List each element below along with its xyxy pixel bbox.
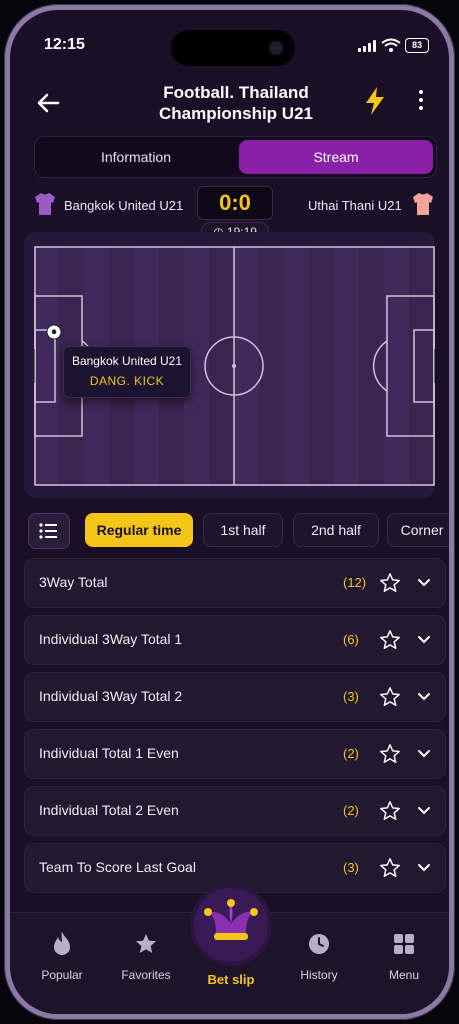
jester-hat-icon <box>204 899 258 940</box>
market-count: (2) <box>343 746 359 761</box>
chevron-down-icon[interactable] <box>417 804 431 818</box>
clock-icon <box>309 934 329 954</box>
market-row[interactable]: Individual 3Way Total 2 (3) <box>24 672 446 722</box>
nav-popular[interactable]: Popular <box>27 931 97 982</box>
nav-label: History <box>300 968 338 982</box>
event-popup: Bangkok United U21 DANG. KICK <box>63 346 191 398</box>
market-name: Individual 3Way Total 1 <box>39 631 183 647</box>
market-name: Individual Total 1 Even <box>39 745 179 761</box>
signal-icon <box>358 40 376 52</box>
screen: 12:15 83 Football. Thailand Championship… <box>10 10 449 1014</box>
score: 0:0 <box>197 186 273 220</box>
market-count: (3) <box>343 860 359 875</box>
event-label: DANG. KICK <box>89 374 165 388</box>
nav-menu[interactable]: Menu <box>369 931 439 982</box>
nav-label: Menu <box>388 968 420 982</box>
star-icon[interactable] <box>379 572 401 594</box>
market-count: (2) <box>343 803 359 818</box>
market-count: (3) <box>343 689 359 704</box>
chevron-down-icon[interactable] <box>417 633 431 647</box>
camera-icon <box>269 41 283 55</box>
list-icon <box>39 523 57 539</box>
wifi-icon <box>381 38 401 52</box>
lightning-icon[interactable] <box>364 86 386 116</box>
ball-icon <box>46 324 62 340</box>
filter-1st-half[interactable]: 1st half <box>203 513 283 547</box>
bet-slip-label: Bet slip <box>207 972 255 987</box>
nav-label: Favorites <box>121 968 171 982</box>
market-name: 3Way Total <box>39 574 108 590</box>
star-icon[interactable] <box>379 857 401 879</box>
away-kit-icon <box>413 193 433 215</box>
home-team-name: Bangkok United U21 <box>64 198 184 213</box>
nav-label: Popular <box>41 968 83 982</box>
page-title: Football. Thailand Championship U21 <box>159 83 313 123</box>
phone-frame: 12:15 83 Football. Thailand Championship… <box>4 4 455 1020</box>
nav-favorites[interactable]: Favorites <box>111 931 181 982</box>
nav-history[interactable]: History <box>284 931 354 982</box>
away-team-name: Uthai Thani U21 <box>308 198 402 213</box>
star-icon[interactable] <box>379 743 401 765</box>
star-icon[interactable] <box>379 629 401 651</box>
market-name: Team To Score Last Goal <box>39 859 196 875</box>
chevron-down-icon[interactable] <box>417 747 431 761</box>
more-options-icon[interactable] <box>418 90 424 114</box>
tab-information[interactable]: Information <box>38 140 234 174</box>
chevron-down-icon[interactable] <box>417 690 431 704</box>
dynamic-island <box>171 30 295 66</box>
market-row[interactable]: Individual Total 2 Even (2) <box>24 786 446 836</box>
star-icon[interactable] <box>379 686 401 708</box>
filter-2nd-half[interactable]: 2nd half <box>293 513 379 547</box>
status-bar: 12:15 83 <box>10 10 449 70</box>
back-arrow-icon[interactable] <box>34 88 64 118</box>
star-icon[interactable] <box>379 800 401 822</box>
status-time: 12:15 <box>44 36 85 53</box>
tab-bar: Information Stream <box>34 136 437 178</box>
star-icon <box>136 934 156 953</box>
market-name: Individual Total 2 Even <box>39 802 179 818</box>
chevron-down-icon[interactable] <box>417 861 431 875</box>
market-row[interactable]: Individual Total 1 Even (2) <box>24 729 446 779</box>
filter-corner[interactable]: Corner <box>387 513 449 547</box>
chevron-down-icon[interactable] <box>417 576 431 590</box>
home-kit-icon <box>35 193 55 215</box>
market-name: Individual 3Way Total 2 <box>39 688 183 704</box>
market-count: (12) <box>343 575 367 590</box>
market-row[interactable]: 3Way Total (12) <box>24 558 446 608</box>
tab-stream[interactable]: Stream <box>239 140 433 174</box>
fire-icon <box>54 932 70 955</box>
battery-icon: 83 <box>405 38 429 53</box>
market-row[interactable]: Team To Score Last Goal (3) <box>24 843 446 893</box>
market-row[interactable]: Individual 3Way Total 1 (6) <box>24 615 446 665</box>
filter-regular-time[interactable]: Regular time <box>85 513 193 547</box>
grid-icon <box>394 934 414 954</box>
list-view-button[interactable] <box>28 513 70 549</box>
bet-slip-button[interactable] <box>194 888 268 962</box>
market-count: (6) <box>343 632 359 647</box>
scoreboard: Bangkok United U21 0:0 Uthai Thani U21 ◷… <box>10 186 449 242</box>
period-filters: Regular time 1st half 2nd half Corner <box>24 512 449 549</box>
event-team: Bangkok United U21 <box>71 354 183 368</box>
